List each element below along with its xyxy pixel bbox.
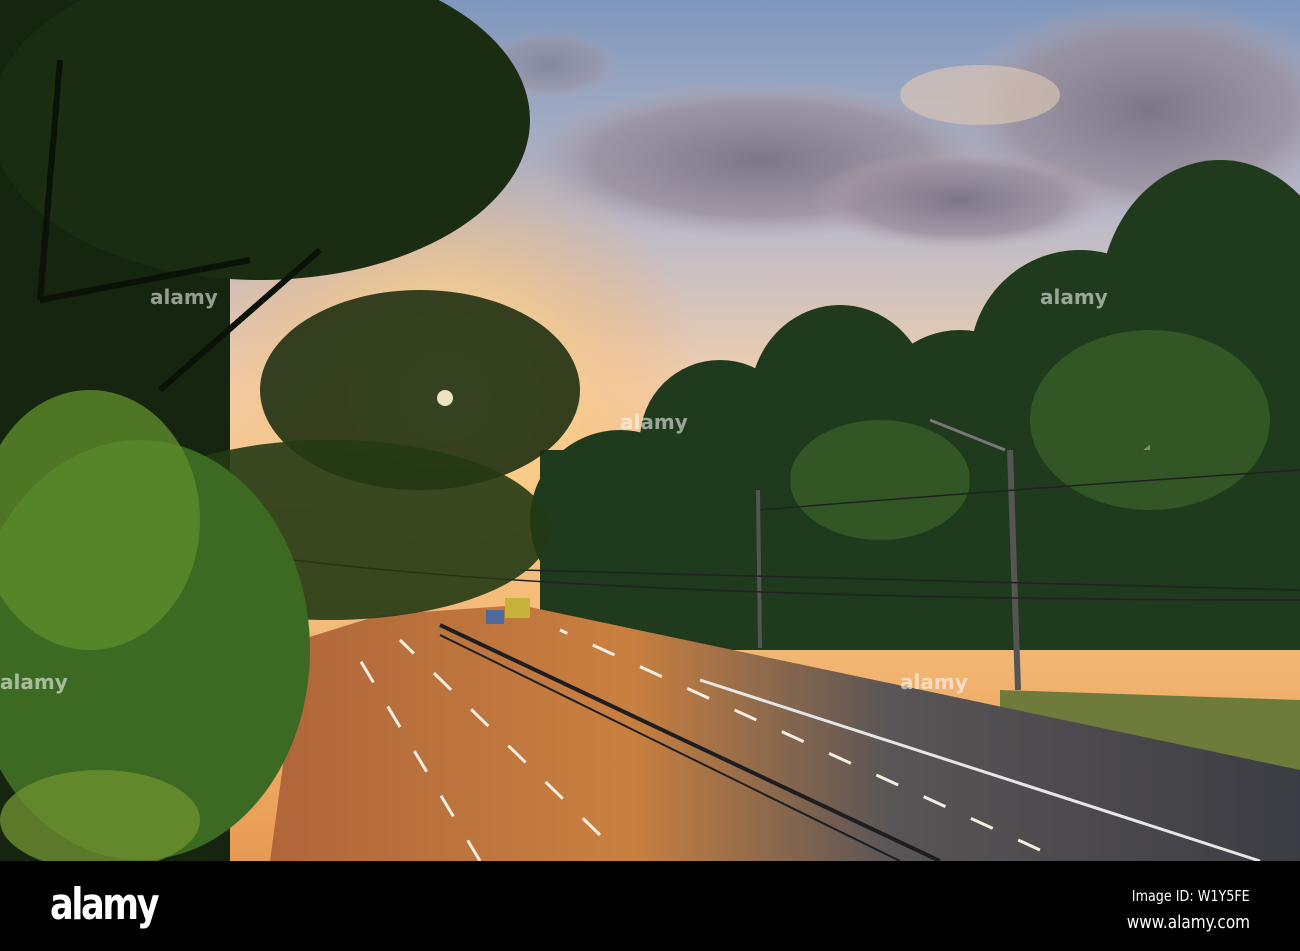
- site-url: www.alamy.com: [1126, 912, 1250, 933]
- watermark-overlay: alamy: [620, 410, 688, 434]
- watermark-overlay: alamy: [150, 285, 218, 309]
- watermark-overlay: alamy: [900, 670, 968, 694]
- image-id: Image ID: W1Y5FE: [1132, 887, 1250, 905]
- alamy-logo: alamy: [50, 879, 160, 930]
- watermark-overlay: alamy: [0, 670, 68, 694]
- bus: [505, 598, 530, 618]
- watermark-overlay: alamy: [1040, 285, 1108, 309]
- watermark-bar: alamy Image ID: W1Y5FE www.alamy.com: [0, 861, 1300, 951]
- stock-photo: alamy alamy alamy alamy alamy alamy Imag…: [0, 0, 1300, 951]
- car: [486, 610, 504, 624]
